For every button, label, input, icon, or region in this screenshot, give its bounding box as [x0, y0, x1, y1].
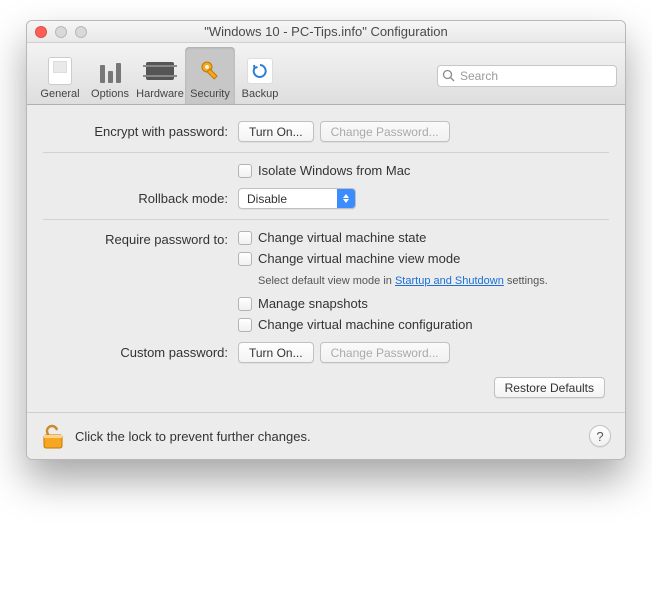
toolbar: General Options Hardware: [27, 43, 625, 105]
encrypt-change-password-button: Change Password...: [320, 121, 450, 142]
options-icon: [95, 56, 125, 86]
divider: [43, 219, 609, 220]
close-window-button[interactable]: [35, 26, 47, 38]
req-snapshots-label: Manage snapshots: [258, 296, 368, 311]
minimize-window-button[interactable]: [55, 26, 67, 38]
rollback-select[interactable]: Disable: [238, 188, 356, 209]
security-icon: [195, 56, 225, 86]
footer: Click the lock to prevent further change…: [27, 412, 625, 459]
backup-icon: [245, 56, 275, 86]
require-password-label: Require password to:: [43, 230, 238, 247]
select-arrows-icon: [337, 189, 355, 208]
toolbar-items: General Options Hardware: [35, 47, 285, 104]
window-title: "Windows 10 - PC-Tips.info" Configuratio…: [27, 24, 625, 39]
toolbar-label: Security: [190, 88, 230, 100]
lock-text: Click the lock to prevent further change…: [75, 429, 311, 444]
rollback-value: Disable: [239, 189, 337, 208]
toolbar-options[interactable]: Options: [85, 47, 135, 104]
toolbar-general[interactable]: General: [35, 47, 85, 104]
help-button[interactable]: ?: [589, 425, 611, 447]
toolbar-label: Hardware: [136, 88, 184, 100]
toolbar-backup[interactable]: Backup: [235, 47, 285, 104]
titlebar: "Windows 10 - PC-Tips.info" Configuratio…: [27, 21, 625, 43]
custom-change-password-button: Change Password...: [320, 342, 450, 363]
req-config-label: Change virtual machine configuration: [258, 317, 473, 332]
toolbar-security[interactable]: Security: [185, 47, 235, 104]
encrypt-label: Encrypt with password:: [43, 124, 238, 139]
search-input[interactable]: [437, 65, 617, 87]
lock-icon[interactable]: [41, 423, 65, 449]
general-icon: [45, 56, 75, 86]
divider: [43, 152, 609, 153]
req-state-checkbox[interactable]: [238, 231, 252, 245]
toolbar-hardware[interactable]: Hardware: [135, 47, 185, 104]
req-config-checkbox[interactable]: [238, 318, 252, 332]
toolbar-label: Backup: [242, 88, 279, 100]
search-field-wrap: [437, 65, 617, 87]
toolbar-label: General: [40, 88, 79, 100]
req-viewmode-label: Change virtual machine view mode: [258, 251, 460, 266]
traffic-lights: [35, 26, 87, 38]
hardware-icon: [145, 56, 175, 86]
req-state-label: Change virtual machine state: [258, 230, 426, 245]
rollback-label: Rollback mode:: [43, 191, 238, 206]
isolate-label: Isolate Windows from Mac: [258, 163, 410, 178]
search-icon: [442, 69, 455, 82]
req-viewmode-checkbox[interactable]: [238, 252, 252, 266]
startup-shutdown-link[interactable]: Startup and Shutdown: [395, 275, 504, 287]
isolate-checkbox[interactable]: [238, 164, 252, 178]
config-window: "Windows 10 - PC-Tips.info" Configuratio…: [26, 20, 626, 460]
encrypt-turn-on-button[interactable]: Turn On...: [238, 121, 314, 142]
viewmode-hint: Select default view mode in Startup and …: [238, 274, 548, 288]
zoom-window-button[interactable]: [75, 26, 87, 38]
req-snapshots-checkbox[interactable]: [238, 297, 252, 311]
custom-turn-on-button[interactable]: Turn On...: [238, 342, 314, 363]
security-panel: Encrypt with password: Turn On... Change…: [27, 105, 625, 412]
restore-defaults-button[interactable]: Restore Defaults: [494, 377, 605, 398]
custom-password-label: Custom password:: [43, 345, 238, 360]
toolbar-label: Options: [91, 88, 129, 100]
